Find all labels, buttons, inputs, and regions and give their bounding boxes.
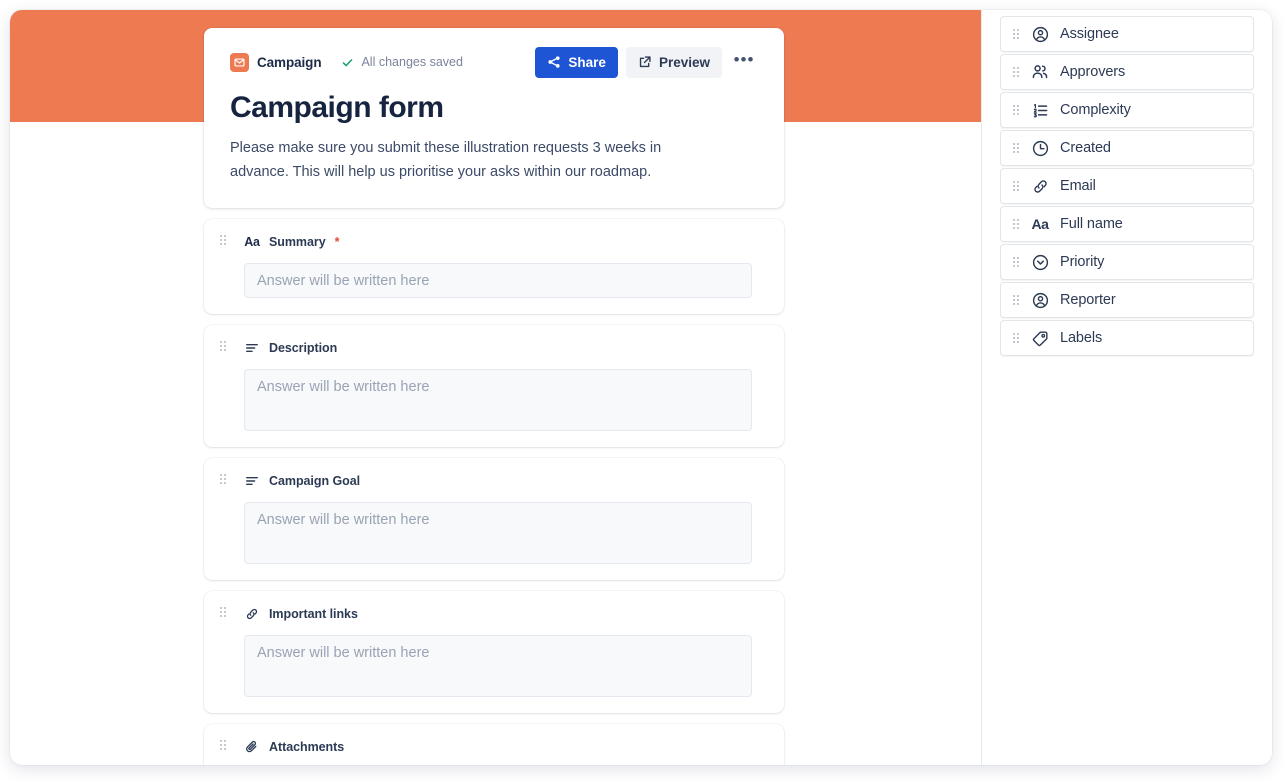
tag-icon (1031, 329, 1049, 347)
drag-handle-icon[interactable] (220, 235, 228, 247)
chevron-down-circle-icon (1031, 253, 1049, 271)
link-icon (244, 606, 260, 622)
form-canvas: Campaign All changes saved Share Preview… (10, 10, 981, 765)
field-label: Summary (269, 235, 326, 250)
answer-input-description[interactable]: Answer will be written here (244, 369, 752, 432)
drag-handle-icon[interactable] (1013, 142, 1020, 154)
field-label: Attachments (269, 740, 345, 755)
field-label: Important links (269, 607, 358, 622)
sidebar-item-label: Reporter (1060, 292, 1116, 308)
clock-icon (1031, 139, 1049, 157)
sidebar-item-reporter[interactable]: Reporter (1000, 282, 1254, 318)
answer-input-important-links[interactable]: Answer will be written here (244, 635, 752, 698)
link-icon (1031, 177, 1049, 195)
drag-handle-icon[interactable] (1013, 180, 1020, 192)
share-icon (547, 55, 561, 69)
answer-input-summary[interactable]: Answer will be written here (244, 263, 752, 299)
text-format-glyph: Aa (1031, 216, 1049, 232)
field-palette-sidebar: Assignee Approvers Complexity Created Em… (981, 10, 1272, 765)
external-link-icon (638, 55, 652, 69)
field-header: Aa Summary * (222, 231, 752, 253)
preview-button-label: Preview (658, 54, 710, 70)
sidebar-item-label: Complexity (1060, 102, 1131, 118)
field-label: Campaign Goal (269, 474, 361, 489)
drag-handle-icon[interactable] (220, 607, 228, 619)
brand: Campaign (230, 52, 322, 72)
field-card-attachments: Attachments Attachments will be uploaded… (204, 724, 784, 765)
drag-handle-icon[interactable] (1013, 256, 1020, 268)
brand-name: Campaign (257, 54, 322, 70)
sidebar-item-labels[interactable]: Labels (1000, 320, 1254, 356)
field-card-important-links: Important links Answer will be written h… (204, 591, 784, 714)
preview-button[interactable]: Preview (625, 46, 722, 78)
field-header: Attachments (222, 736, 752, 758)
sidebar-item-label: Assignee (1060, 26, 1119, 42)
required-marker: * (334, 235, 340, 250)
save-status-label: All changes saved (361, 55, 463, 69)
drag-handle-icon[interactable] (1013, 294, 1020, 306)
text-format-icon: Aa (244, 234, 260, 250)
sidebar-item-label: Priority (1060, 254, 1105, 270)
paragraph-icon (244, 473, 260, 489)
sidebar-item-priority[interactable]: Priority (1000, 244, 1254, 280)
sidebar-item-approvers[interactable]: Approvers (1000, 54, 1254, 90)
drag-handle-icon[interactable] (1013, 28, 1020, 40)
paperclip-icon (244, 739, 260, 755)
field-card-description: Description Answer will be written here (204, 325, 784, 448)
sidebar-item-assignee[interactable]: Assignee (1000, 16, 1254, 52)
page-title: Campaign form (230, 91, 444, 124)
header-actions: Share Preview ••• (535, 46, 758, 78)
person-circle-icon (1031, 291, 1049, 309)
field-header: Campaign Goal (222, 470, 752, 492)
text-format-icon: Aa (1031, 215, 1049, 233)
drag-handle-icon[interactable] (1013, 332, 1020, 344)
field-header: Important links (222, 603, 752, 625)
sidebar-item-label: Created (1060, 140, 1111, 156)
field-label: Description (269, 341, 338, 356)
envelope-icon (230, 52, 249, 72)
field-card-campaign-goal: Campaign Goal Answer will be written her… (204, 458, 784, 581)
drag-handle-icon[interactable] (1013, 218, 1020, 230)
form-column: Campaign All changes saved Share Preview… (204, 10, 784, 765)
drag-handle-icon[interactable] (220, 474, 228, 486)
field-header: Description (222, 337, 752, 359)
sidebar-item-label: Approvers (1060, 64, 1126, 80)
drag-handle-icon[interactable] (1013, 104, 1020, 116)
save-status: All changes saved (341, 55, 463, 69)
sidebar-item-created[interactable]: Created (1000, 130, 1254, 166)
drag-handle-icon[interactable] (1013, 66, 1020, 78)
form-header-toolbar: Campaign All changes saved Share Preview… (230, 46, 758, 78)
text-format-glyph: Aa (244, 235, 260, 250)
form-description: Please make sure you submit these illust… (230, 140, 662, 180)
paragraph-icon (244, 340, 260, 356)
share-button-label: Share (568, 54, 606, 70)
sidebar-item-email[interactable]: Email (1000, 168, 1254, 204)
share-button[interactable]: Share (535, 46, 618, 78)
sidebar-item-full-name[interactable]: Aa Full name (1000, 206, 1254, 242)
sidebar-item-label: Labels (1060, 330, 1103, 346)
app-window: Campaign All changes saved Share Preview… (10, 10, 1272, 765)
ordered-list-icon (1031, 101, 1049, 119)
sidebar-item-label: Email (1060, 178, 1096, 194)
field-card-summary: Aa Summary * Answer will be written here (204, 219, 784, 315)
sidebar-item-label: Full name (1060, 216, 1123, 232)
people-icon (1031, 63, 1049, 81)
more-options-button[interactable]: ••• (730, 48, 758, 76)
person-circle-icon (1031, 25, 1049, 43)
sidebar-item-complexity[interactable]: Complexity (1000, 92, 1254, 128)
answer-input-campaign-goal[interactable]: Answer will be written here (244, 502, 752, 565)
check-icon (341, 56, 354, 69)
drag-handle-icon[interactable] (220, 740, 228, 752)
form-header-card: Campaign All changes saved Share Preview… (204, 28, 784, 209)
drag-handle-icon[interactable] (220, 341, 228, 353)
